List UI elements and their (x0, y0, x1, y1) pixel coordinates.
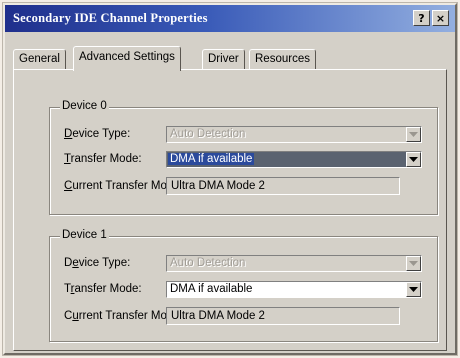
device-0-group: Device 0 Device Type: Auto Detection Tra… (49, 100, 438, 215)
device-1-transfer-select[interactable]: DMA if available (166, 281, 422, 298)
device-0-legend: Device 0 (60, 100, 109, 112)
device-0-current-mode-field: Ultra DMA Mode 2 (166, 177, 400, 195)
device-1-legend: Device 1 (60, 229, 109, 241)
device-0-type-label: Device Type: (64, 128, 131, 140)
device-0-type-select[interactable]: Auto Detection (166, 126, 422, 143)
close-button[interactable]: × (432, 10, 449, 26)
tab-resources[interactable]: Resources (249, 49, 316, 70)
device-1-group: Device 1 Device Type: Auto Detection Tra… (49, 229, 438, 342)
device-1-type-value: Auto Detection (170, 257, 246, 269)
device-1-type-select[interactable]: Auto Detection (166, 255, 422, 272)
device-1-transfer-label: Transfer Mode: (64, 283, 142, 295)
window-title: Secondary IDE Channel Properties (13, 11, 208, 25)
chevron-down-icon (406, 256, 421, 271)
device-1-current-mode-value: Ultra DMA Mode 2 (171, 310, 265, 322)
device-1-transfer-value: DMA if available (170, 283, 253, 295)
tab-advanced-settings[interactable]: Advanced Settings (73, 46, 181, 71)
tab-driver[interactable]: Driver (202, 49, 245, 70)
chevron-down-icon (406, 282, 421, 297)
chevron-down-icon (406, 152, 421, 167)
tab-panel-advanced-settings: Device 0 Device Type: Auto Detection Tra… (13, 69, 447, 351)
device-1-current-mode-field: Ultra DMA Mode 2 (166, 307, 400, 325)
device-1-type-label: Device Type: (64, 257, 131, 269)
device-0-current-mode-value: Ultra DMA Mode 2 (171, 180, 265, 192)
device-0-transfer-select[interactable]: DMA if available (166, 151, 422, 168)
device-0-type-value: Auto Detection (170, 128, 246, 140)
device-0-transfer-value: DMA if available (168, 153, 255, 165)
help-button[interactable]: ? (413, 10, 430, 26)
title-bar[interactable]: Secondary IDE Channel Properties ? × (5, 5, 455, 32)
tab-general[interactable]: General (13, 49, 66, 70)
properties-dialog: Secondary IDE Channel Properties ? × Gen… (3, 3, 457, 355)
chevron-down-icon (406, 127, 421, 142)
device-0-transfer-label: Transfer Mode: (64, 153, 142, 165)
